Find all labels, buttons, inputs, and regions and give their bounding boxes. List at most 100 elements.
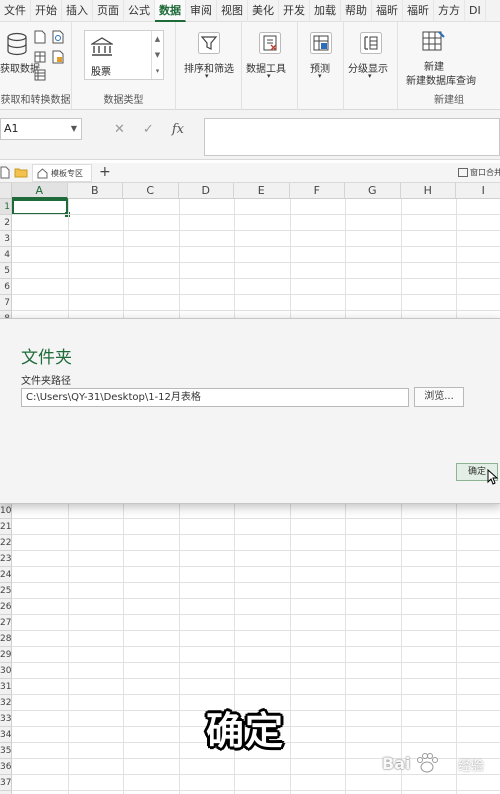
ribbon-tab[interactable]: 视图 [217,0,248,22]
ribbon-tab[interactable]: 页面 [93,0,124,22]
ribbon-tab[interactable]: 福昕 [403,0,434,22]
grid-row-line [12,310,500,311]
column-header[interactable]: D [178,183,234,199]
column-header[interactable]: E [234,183,290,199]
row-header[interactable]: 22 [0,535,12,551]
select-all-corner[interactable] [0,183,12,199]
ribbon-tab[interactable]: 美化 [248,0,279,22]
row-header[interactable]: 27 [0,615,12,631]
row-header[interactable]: 30 [0,663,12,679]
row-header[interactable]: 24 [0,567,12,583]
ribbon-tab[interactable]: 插入 [62,0,93,22]
ribbon-tab[interactable]: 数据 [155,0,186,22]
row-header[interactable]: 36 [0,759,12,775]
grid-row-line [12,246,500,247]
name-box[interactable]: A1 ▼ [0,118,82,140]
gallery-scroll[interactable]: ▲ ▼ ▾ [151,31,163,79]
data-tools-icon[interactable] [259,32,281,54]
template-tab[interactable]: 模板专区 [32,164,92,182]
column-header[interactable]: F [289,183,345,199]
column-header[interactable]: C [123,183,179,199]
row-header[interactable]: 4 [0,247,12,263]
row-header[interactable]: 3 [0,231,12,247]
row-header[interactable]: 33 [0,711,12,727]
insert-function-icon[interactable]: fx [172,122,184,137]
ribbon-tab[interactable]: 方方 [434,0,465,22]
home-icon [37,168,48,179]
text-file-icon[interactable] [34,30,46,44]
ribbon-tab[interactable]: 加载 [310,0,341,22]
browse-button[interactable]: 浏览... [414,387,464,407]
chevron-down-icon[interactable]: ▾ [267,72,271,80]
window-merge-button[interactable]: 窗口合并 [470,167,500,178]
ribbon-tab[interactable]: 开发 [279,0,310,22]
row-header[interactable]: 31 [0,679,12,695]
row-header[interactable]: 1 [0,199,12,215]
filter-icon[interactable] [198,32,220,54]
row-header[interactable]: 21 [0,519,12,535]
data-type-gallery[interactable]: 股票 ▲ ▼ ▾ [84,30,164,80]
chevron-down-icon[interactable]: ▾ [205,72,209,80]
data-tools-button[interactable]: 数据工具 [246,60,286,75]
bank-icon [91,37,113,56]
confirm-icon[interactable]: ✓ [143,122,154,137]
new-file-icon[interactable] [0,166,10,179]
ribbon-tab[interactable]: DI [465,0,486,22]
grid-row-line [12,630,500,631]
template-tab-label: 模板专区 [51,169,83,178]
recent-sources-icon[interactable] [52,50,64,64]
column-header[interactable]: H [400,183,456,199]
formula-input[interactable] [204,118,500,156]
row-header[interactable]: 34 [0,727,12,743]
new-query-line1[interactable]: 新建 [424,58,444,73]
new-database-query-icon[interactable] [422,30,446,52]
row-header[interactable]: 26 [0,599,12,615]
chevron-down-icon[interactable]: ▾ [318,72,322,80]
group-get-transform: 获取数据 获取和转换数据 [0,22,72,110]
data-type-stock[interactable]: 股票 [91,63,111,78]
row-header[interactable]: 10 [0,503,12,519]
ribbon-tab[interactable]: 福昕 [372,0,403,22]
column-header[interactable]: I [456,183,500,199]
row-header[interactable]: 25 [0,583,12,599]
row-header[interactable]: 23 [0,551,12,567]
new-database-query-button[interactable]: 新建数据库查询 [406,72,476,87]
row-header[interactable]: 28 [0,631,12,647]
folder-icon[interactable] [14,167,28,178]
ribbon-tab[interactable]: 帮助 [341,0,372,22]
ribbon-tab[interactable]: 审阅 [186,0,217,22]
row-header[interactable]: 37 [0,775,12,791]
row-header[interactable]: 6 [0,279,12,295]
existing-connections-icon[interactable] [34,68,46,82]
column-header[interactable]: G [345,183,401,199]
grid-row-line [12,518,500,519]
row-header[interactable]: 2 [0,215,12,231]
chevron-down-icon[interactable]: ▼ [71,119,77,139]
window-icon [458,168,468,177]
paw-logo-icon [417,753,438,773]
column-header[interactable]: B [67,183,123,199]
row-header[interactable]: 7 [0,295,12,311]
cancel-icon[interactable]: ✕ [114,122,125,137]
ribbon-tab[interactable]: 公式 [124,0,155,22]
row-header[interactable]: 35 [0,743,12,759]
ribbon-tab[interactable]: 开始 [31,0,62,22]
grid-row-line [12,294,500,295]
web-icon[interactable] [52,30,64,44]
column-header[interactable]: A [12,183,68,199]
ribbon-tab[interactable]: 文件 [0,0,31,22]
add-tab-button[interactable]: + [99,164,111,180]
sort-filter-button[interactable]: 排序和筛选 [184,60,234,75]
folder-path-input[interactable]: C:\Users\QY-31\Desktop\1-12月表格 [21,388,409,407]
forecast-icon[interactable] [310,32,332,54]
outline-icon[interactable] [360,32,382,54]
row-header[interactable]: 29 [0,647,12,663]
grid-row-line [12,550,500,551]
row-header[interactable]: 32 [0,695,12,711]
row-header[interactable]: 5 [0,263,12,279]
database-icon[interactable] [6,32,28,56]
chevron-down-icon[interactable]: ▾ [368,72,372,80]
table-range-icon[interactable] [34,50,46,64]
selected-cell-a1[interactable] [12,199,70,217]
video-caption: 确定 [206,709,285,753]
